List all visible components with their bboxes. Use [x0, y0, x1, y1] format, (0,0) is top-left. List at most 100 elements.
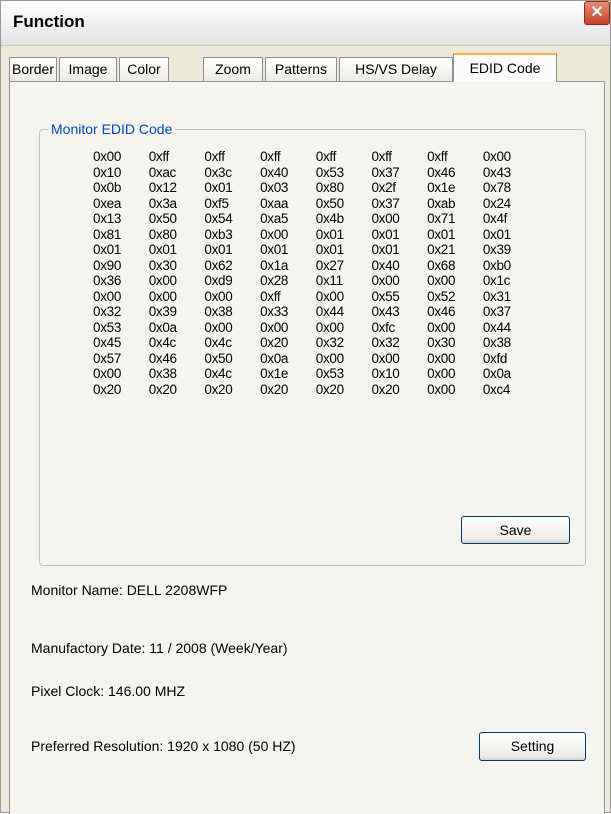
edid-byte: 0x00 [427, 381, 456, 397]
edid-byte: 0x4f [482, 211, 508, 226]
edid-byte: 0xff [427, 149, 448, 164]
edid-byte: 0x0a [260, 350, 289, 366]
edid-byte: 0x40 [371, 257, 400, 273]
edid-byte: 0x1c [482, 273, 511, 288]
edid-byte: 0x2f [371, 180, 396, 195]
edid-byte: 0x0a [482, 366, 511, 381]
manufactory-date-text: Manufactory Date: 11 / 2008 (Week/Year) [31, 640, 288, 656]
edid-byte: 0x00 [427, 366, 456, 381]
tab-image[interactable]: Image [59, 57, 117, 81]
edid-row: 0x90 0x30 0x62 0x1a 0x27 0x40 0x68 0xb0 [93, 258, 539, 274]
tab-edid-code[interactable]: EDID Code [453, 53, 557, 82]
edid-byte: 0xfd [482, 350, 508, 366]
edid-byte: 0x32 [371, 335, 400, 350]
tab-color[interactable]: Color [119, 57, 169, 81]
edid-byte: 0x00 [315, 288, 344, 304]
edid-byte: 0xaa [260, 195, 289, 211]
edid-byte: 0x13 [93, 211, 122, 226]
edid-byte: 0x01 [371, 226, 400, 242]
edid-byte: 0x46 [427, 304, 456, 319]
edid-byte: 0x3c [204, 164, 232, 180]
close-icon[interactable]: ✕ [584, 1, 610, 25]
edid-byte: 0x68 [427, 257, 456, 273]
edid-byte: 0x53 [93, 319, 122, 335]
tab-patterns[interactable]: Patterns [265, 57, 337, 81]
edid-row: 0x81 0x80 0xb3 0x00 0x01 0x01 0x01 0x01 [93, 227, 539, 243]
edid-byte: 0x33 [260, 304, 289, 319]
setting-button[interactable]: Setting [479, 732, 586, 761]
edid-byte: 0xff [260, 288, 281, 304]
edid-byte: 0x0b [93, 180, 122, 195]
edid-byte: 0x01 [148, 242, 177, 257]
edid-byte: 0x00 [260, 226, 289, 242]
edid-byte: 0x50 [148, 211, 177, 226]
edid-byte: 0x24 [482, 195, 511, 211]
edid-byte: 0x4c [204, 335, 232, 350]
edid-row: 0x0b 0x12 0x01 0x03 0x80 0x2f 0x1e 0x78 [93, 180, 539, 196]
edid-byte: 0xff [260, 149, 281, 164]
tab-border[interactable]: Border [9, 57, 57, 81]
edid-byte: 0x00 [482, 149, 511, 164]
edid-byte: 0x50 [204, 350, 233, 366]
edid-byte: 0x37 [371, 195, 400, 211]
edid-byte: 0x4c [204, 366, 232, 381]
edid-byte: 0xfc [371, 319, 395, 335]
edid-byte: 0x62 [204, 257, 233, 273]
edid-byte: 0x45 [93, 335, 122, 350]
edid-byte: 0xb0 [482, 257, 511, 273]
title-bar[interactable]: Function ✕ [1, 1, 610, 46]
edid-byte: 0x00 [371, 273, 400, 288]
edid-byte: 0xac [148, 164, 177, 180]
edid-byte: 0x12 [148, 180, 177, 195]
save-button[interactable]: Save [461, 516, 570, 544]
edid-byte: 0x4c [148, 335, 177, 350]
edid-byte: 0x01 [315, 242, 344, 257]
edid-byte: 0x46 [148, 350, 177, 366]
edid-byte: 0x44 [482, 319, 511, 335]
edid-byte: 0x20 [371, 381, 400, 397]
edid-byte: 0x00 [427, 273, 456, 288]
tab-hsvs-delay[interactable]: HS/VS Delay [339, 57, 453, 81]
edid-byte: 0x54 [204, 211, 233, 226]
edid-byte: 0x01 [315, 226, 344, 242]
edid-byte: 0xea [93, 195, 122, 211]
edid-byte: 0xc4 [482, 381, 511, 397]
edid-byte: 0x00 [260, 319, 289, 335]
edid-byte: 0x50 [315, 195, 344, 211]
edid-row: 0x01 0x01 0x01 0x01 0x01 0x01 0x21 0x39 [93, 242, 539, 258]
edid-byte: 0x38 [148, 366, 177, 381]
edid-byte: 0x03 [260, 180, 289, 195]
edid-byte: 0x00 [315, 319, 344, 335]
edid-byte: 0x1a [260, 257, 289, 273]
edid-byte: 0x27 [315, 257, 344, 273]
edid-row: 0x00 0x38 0x4c 0x1e 0x53 0x10 0x00 0x0a [93, 366, 539, 382]
edid-byte: 0x3a [148, 195, 177, 211]
edid-byte: 0xa5 [260, 211, 289, 226]
edid-row: 0x45 0x4c 0x4c 0x20 0x32 0x32 0x30 0x38 [93, 335, 539, 351]
edid-byte: 0x37 [482, 304, 511, 319]
monitor-name-text: Monitor Name: DELL 2208WFP [31, 582, 228, 598]
edid-byte: 0x01 [260, 242, 289, 257]
tab-zoom[interactable]: Zoom [203, 57, 263, 81]
edid-byte: 0x10 [371, 366, 400, 381]
edid-byte: 0x55 [371, 288, 400, 304]
edid-byte: 0x00 [148, 288, 177, 304]
edid-byte: 0xff [315, 149, 337, 164]
edid-row: 0x00 0x00 0x00 0xff 0x00 0x55 0x52 0x31 [93, 289, 539, 305]
edid-byte: 0x20 [204, 381, 233, 397]
edid-byte: 0x20 [315, 381, 344, 397]
edid-code-grid: 0x00 0xff 0xff 0xff 0xff 0xff 0xff 0x00 0x10 0xac… [93, 149, 539, 397]
edid-byte: 0x20 [93, 381, 122, 397]
edid-byte: 0xf5 [204, 195, 229, 211]
edid-row: 0x13 0x50 0x54 0xa5 0x4b 0x00 0x71 0x4f [93, 211, 539, 227]
edid-byte: 0x44 [315, 304, 344, 319]
edid-byte: 0x01 [482, 226, 511, 242]
edid-byte: 0x0a [148, 319, 177, 335]
edid-byte: 0x80 [148, 226, 177, 242]
edid-row: 0x10 0xac 0x3c 0x40 0x53 0x37 0x46 0x43 [93, 165, 539, 181]
preferred-resolution-text: Preferred Resolution: 1920 x 1080 (50 HZ… [31, 738, 296, 754]
edid-byte: 0xd9 [204, 273, 233, 288]
edid-byte: 0x01 [93, 242, 122, 257]
edid-byte: 0x10 [93, 164, 122, 180]
edid-byte: 0x36 [93, 273, 122, 288]
